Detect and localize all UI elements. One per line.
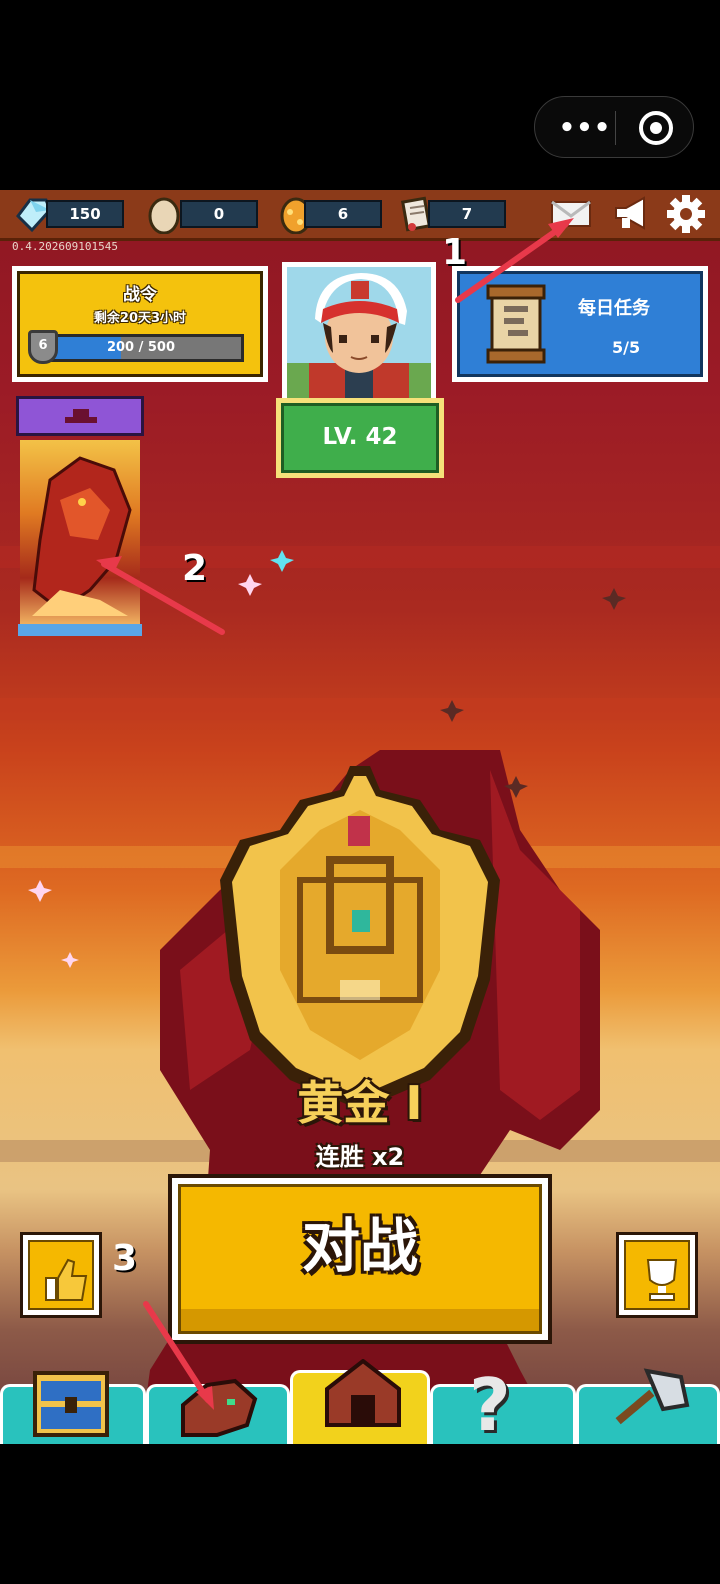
more-dots-icon[interactable]: ••• [557,113,613,143]
game-screen: 150 0 6 7 0.4.202609101545 战令 剩余20天3小时 2… [0,190,720,1444]
annotation-arrow-3 [143,1301,211,1403]
capsule-divider [615,111,616,145]
annotation-arrows [96,218,574,1410]
annotation-arrow-1 [455,221,569,303]
target-close-icon[interactable] [639,111,673,145]
annotation-label-2: 2 [182,548,208,589]
miniprogram-capsule: ••• [534,96,694,158]
annotation-label-1: 1 [442,232,468,273]
annotation-label-3: 3 [112,1238,138,1279]
